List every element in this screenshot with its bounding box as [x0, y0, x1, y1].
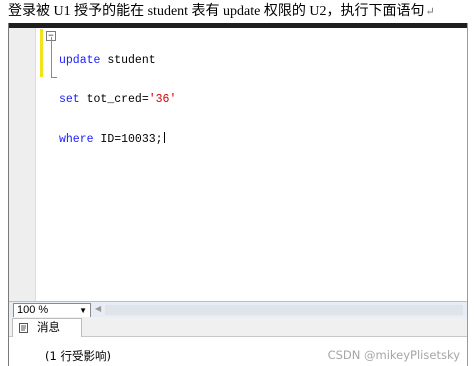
tab-messages[interactable]: 消息 — [12, 318, 82, 337]
paragraph-return-mark: ↵ — [425, 6, 435, 18]
keyword-where: where — [59, 133, 94, 146]
string-literal: '36' — [148, 93, 177, 106]
rows-affected-message: (1 行受影响) — [45, 349, 111, 363]
document-caption: 登录被 U1 授予的能在 student 表有 update 权限的 U2，执行… — [8, 1, 435, 23]
code-text: tot_cred= — [79, 93, 149, 106]
keyword-set: set — [59, 93, 80, 106]
sql-code[interactable]: update student set tot_cred='36' where I… — [59, 28, 176, 171]
editor-status-bar: 100 % ▼ ◀ — [9, 301, 467, 318]
tab-messages-label: 消息 — [37, 320, 60, 334]
zoom-dropdown[interactable]: 100 % ▼ — [13, 303, 91, 318]
outline-guide-line — [51, 37, 52, 78]
query-editor[interactable]: − update student set tot_cred='36' where… — [9, 28, 467, 311]
editor-gutter — [9, 28, 36, 311]
code-text: student — [100, 54, 156, 67]
caption-text: 登录被 U1 授予的能在 student 表有 update 权限的 U2，执行… — [8, 4, 425, 19]
results-tab-bar: 消息 — [9, 317, 467, 337]
zoom-value: 100 % — [17, 304, 49, 316]
outline-guide-end — [51, 77, 57, 78]
horizontal-scrollbar[interactable] — [105, 305, 463, 315]
csdn-watermark: CSDN @mikeyPlisetsky — [327, 348, 460, 362]
message-document-icon — [19, 323, 28, 333]
change-tracking-bar — [40, 29, 43, 77]
code-line-1: update student — [59, 54, 176, 67]
keyword-update: update — [59, 54, 101, 67]
code-line-3: where ID=10033; — [59, 132, 176, 146]
scroll-left-arrow-icon[interactable]: ◀ — [95, 304, 101, 313]
text-caret — [163, 132, 165, 143]
dropdown-arrow-icon[interactable]: ▼ — [79, 304, 87, 317]
code-text: ID=10033; — [93, 133, 163, 146]
ssms-window: − update student set tot_cred='36' where… — [8, 23, 468, 366]
code-line-2: set tot_cred='36' — [59, 93, 176, 106]
